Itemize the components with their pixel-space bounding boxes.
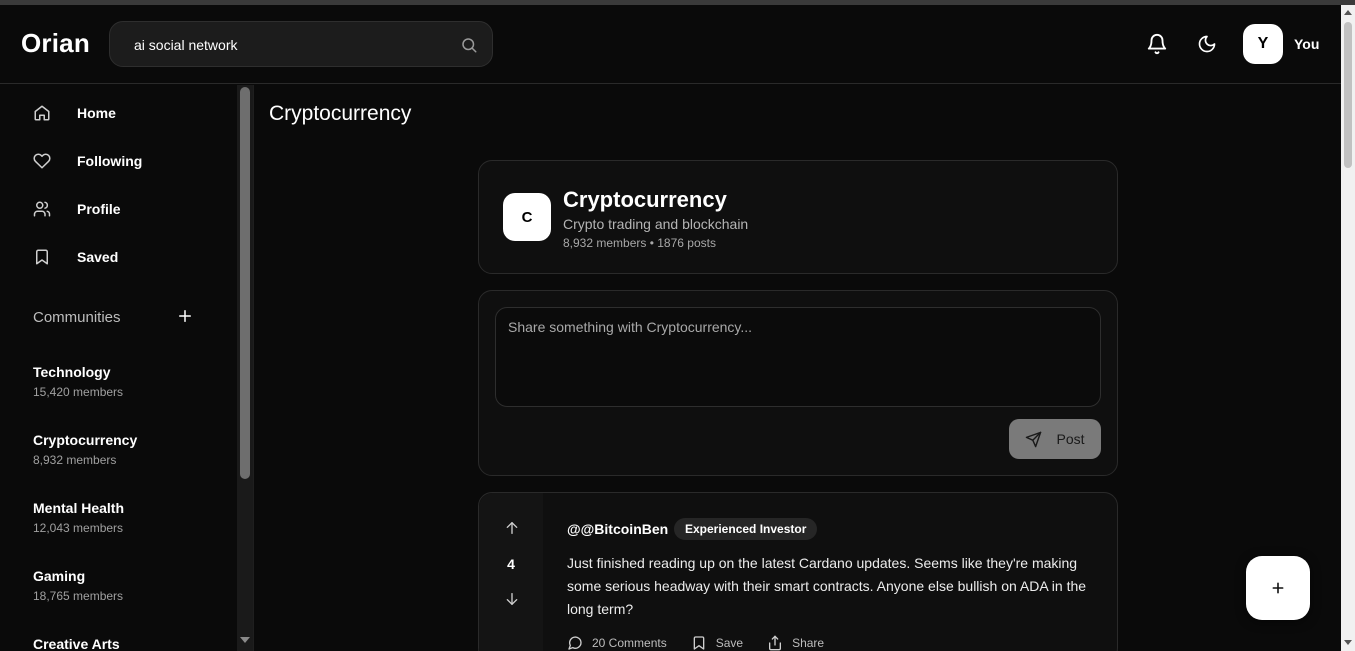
community-members: 18,765 members (33, 589, 124, 603)
community-item-gaming[interactable]: Gaming 18,765 members (33, 568, 123, 603)
sidebar-item-label: Profile (77, 201, 121, 217)
post-card: 4 @@BitcoinBen Experienced Investor Just… (478, 492, 1118, 651)
share-icon (769, 635, 782, 651)
community-item-cryptocurrency[interactable]: Cryptocurrency 8,932 members (33, 432, 137, 467)
window-scrollbar-thumb[interactable] (1344, 22, 1352, 168)
sidebar-item-home[interactable]: Home (33, 99, 116, 127)
user-avatar[interactable]: Y (1243, 24, 1283, 64)
post-actions: 20 Comments Save Share (567, 635, 848, 651)
composer-box[interactable] (495, 307, 1101, 407)
share-label: Share (792, 636, 825, 650)
search-input[interactable] (134, 34, 454, 56)
post-button-label: Post (1056, 431, 1085, 447)
community-name: Mental Health (33, 500, 125, 516)
community-members: 8,932 members (33, 453, 117, 467)
community-members: 12,043 members (33, 521, 124, 535)
community-name: Creative Arts (33, 636, 120, 651)
sidebar-item-label: Saved (77, 249, 119, 265)
communities-heading: Communities (33, 309, 121, 326)
community-header-card: C Cryptocurrency Crypto trading and bloc… (478, 160, 1118, 274)
window-scrollbar[interactable] (1341, 5, 1355, 651)
search-icon[interactable] (460, 36, 478, 54)
community-members: 15,420 members (33, 385, 124, 399)
send-icon (1026, 431, 1042, 447)
search-bar[interactable] (109, 21, 493, 67)
community-item-creative-arts[interactable]: Creative Arts (33, 636, 120, 651)
save-button[interactable]: Save (691, 635, 743, 651)
community-stats: 8,932 members • 1876 posts (563, 236, 716, 250)
community-avatar: C (503, 193, 551, 241)
scroll-up-arrow-icon[interactable] (1344, 10, 1352, 15)
bell-icon[interactable] (1146, 33, 1168, 55)
arrow-down-icon[interactable] (504, 591, 520, 607)
plus-icon (1272, 582, 1284, 594)
arrow-up-icon[interactable] (504, 520, 520, 536)
comments-label: 20 Comments (592, 636, 667, 650)
share-button[interactable]: Share (767, 635, 824, 651)
floating-add-button[interactable] (1246, 556, 1310, 620)
users-icon (33, 201, 51, 217)
page-title: Cryptocurrency (269, 102, 412, 125)
community-item-mental-health[interactable]: Mental Health 12,043 members (33, 500, 124, 535)
post-author[interactable]: @@BitcoinBen (567, 521, 668, 537)
user-name[interactable]: You (1294, 36, 1319, 52)
top-header: Orian Y You (0, 5, 1341, 84)
composer-card: Post (478, 290, 1118, 476)
comments-button[interactable]: 20 Comments (567, 635, 667, 651)
post-button[interactable]: Post (1009, 419, 1101, 459)
vote-count: 4 (507, 556, 515, 572)
scroll-down-arrow-icon[interactable] (240, 637, 250, 643)
sidebar-item-label: Following (77, 153, 143, 169)
community-title: Cryptocurrency (563, 187, 727, 212)
sidebar-item-profile[interactable]: Profile (33, 195, 121, 223)
heart-icon (33, 153, 51, 169)
sidebar-item-label: Home (77, 105, 116, 121)
save-label: Save (715, 636, 744, 650)
moon-icon[interactable] (1197, 34, 1217, 54)
community-name: Gaming (33, 568, 86, 584)
bookmark-icon (693, 636, 705, 650)
author-badge: Experienced Investor (674, 518, 818, 540)
community-name: Technology (33, 364, 111, 380)
sidebar-item-following[interactable]: Following (33, 147, 142, 175)
bookmark-icon (36, 249, 48, 265)
plus-icon[interactable] (176, 307, 194, 325)
divider (253, 85, 254, 651)
comment-icon (568, 636, 582, 650)
community-item-technology[interactable]: Technology 15,420 members (33, 364, 123, 399)
post-body: Just finished reading up on the latest C… (567, 555, 1087, 617)
post-composer-input[interactable] (496, 308, 1100, 406)
scroll-down-arrow-icon[interactable] (1344, 640, 1352, 645)
sidebar-item-saved[interactable]: Saved (33, 243, 118, 271)
home-icon (34, 105, 50, 121)
sidebar: Home Following Profile Saved Communities… (0, 85, 236, 651)
sidebar-scrollbar-thumb[interactable] (240, 87, 250, 479)
vote-column: 4 (479, 493, 543, 651)
community-name: Cryptocurrency (33, 432, 138, 448)
app-logo[interactable]: Orian (21, 28, 90, 59)
community-description: Crypto trading and blockchain (563, 216, 749, 232)
sidebar-scrollbar[interactable] (237, 85, 253, 651)
